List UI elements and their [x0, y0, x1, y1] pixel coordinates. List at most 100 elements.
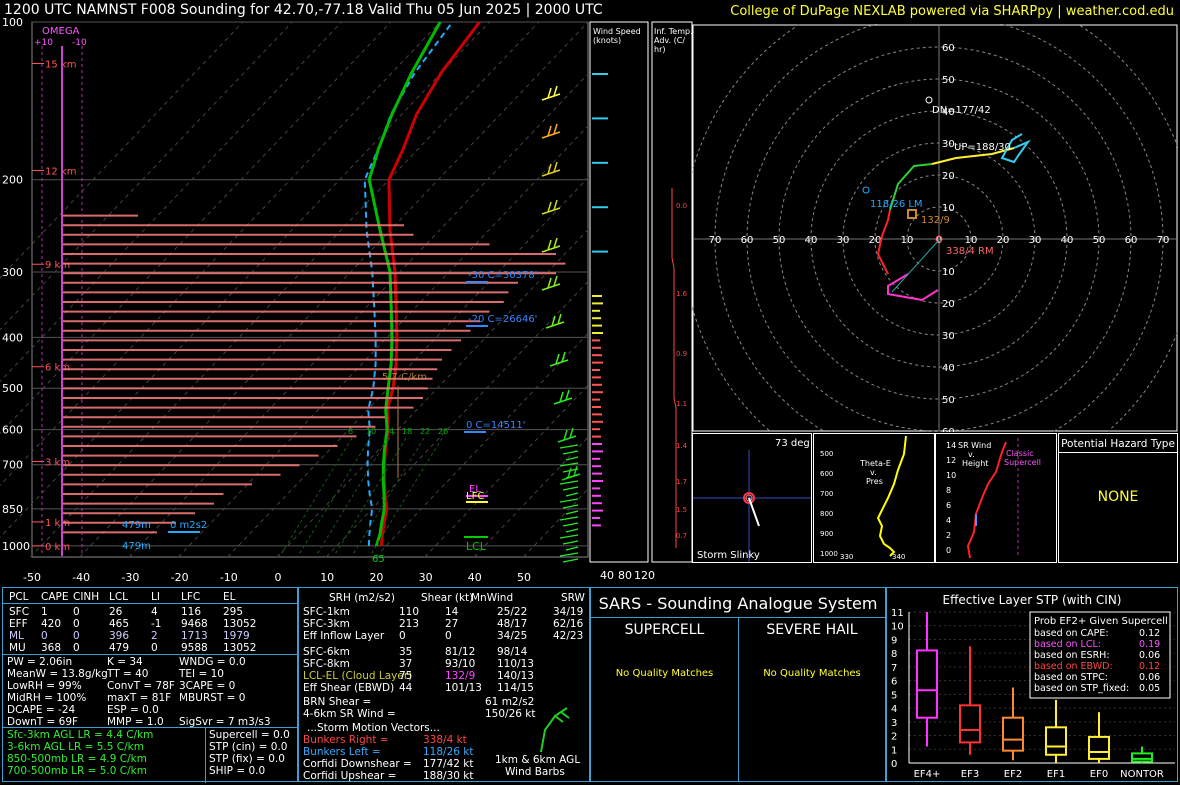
parcel-cell: 1713 [181, 630, 208, 642]
wind-speed-bars [592, 73, 608, 527]
hodo-xtick-15: 70 [1157, 235, 1170, 246]
prob-value-1: 0.19 [1139, 639, 1160, 650]
kin-cell: 114/15 [497, 682, 534, 694]
stp-category-1: EF3 [961, 769, 979, 780]
stp-ytick-1: 1 [891, 745, 897, 756]
parcel-header-li: LI [151, 591, 160, 603]
parcel-cell: 116 [181, 606, 202, 618]
adv-tick-6: 1.5 [676, 506, 687, 514]
prob-label-1: based on LCL: [1034, 639, 1101, 650]
sars-supercell: SUPERCELL [624, 622, 705, 638]
hodo-ring-up-50: 50 [942, 75, 955, 86]
prob-value-2: 0.06 [1139, 650, 1160, 661]
parcel-cell: SFC [9, 606, 30, 618]
parcel-cell: 0 [73, 618, 80, 630]
parcel-cell: 479 [109, 642, 130, 654]
hodo-mean-label: 132/9 [921, 215, 950, 226]
height-mark-4: 3 km [45, 457, 70, 468]
lapse-label: 5.7 C/km [382, 372, 427, 383]
thetae-ytick-1000: 1000 [820, 550, 838, 558]
parcel-cell: 295 [223, 606, 244, 618]
stp-category-4: EF0 [1090, 769, 1108, 780]
sars-hail-match: No Quality Matches [763, 668, 861, 679]
kin-cell: 48/17 [497, 618, 528, 630]
kin-cell: 140/13 [497, 670, 534, 682]
stp-category-5: NONTOR [1120, 769, 1164, 780]
hodo-xtick-2: 60 [741, 235, 754, 246]
sars-supercell-match: No Quality Matches [615, 668, 714, 679]
kin-cell: 25/22 [497, 606, 528, 618]
kin-header: MnWind [471, 592, 514, 604]
hazard-title: Potential Hazard Type [1059, 438, 1177, 453]
kin-cell: 34/25 [497, 630, 528, 642]
index-cell: TT = 40 [107, 668, 149, 680]
index-cell: MBURST = 0 [179, 692, 246, 704]
srwind-ytick-12: 12 [946, 456, 956, 465]
height-mark-6: 0 km [45, 542, 70, 553]
hodo-xtick-13: 50 [1093, 235, 1106, 246]
kin-cell: 62/16 [553, 618, 584, 630]
index-cell: maxT = 81F [107, 692, 172, 704]
mix-tick-18: 18 [402, 427, 412, 436]
srwind-ytick-8: 8 [946, 486, 951, 495]
hodo-ring-up-20: 20 [942, 171, 955, 182]
stp-ytick-3: 3 [891, 718, 897, 729]
lapse-rate-row: 850-500mb LR = 4.9 C/km [7, 753, 147, 765]
kin-cell: 0 [399, 630, 406, 642]
parcel-cell: 9588 [181, 642, 208, 654]
svg-text:Adv. (C/: Adv. (C/ [654, 36, 685, 45]
index-cell: DCAPE = -24 [7, 704, 76, 716]
height-mark-0: 15 km [45, 59, 76, 70]
parcel-cell: 0 [41, 630, 48, 642]
kin-cell: 110/13 [497, 658, 534, 670]
hodo-xtick-12: 40 [1061, 235, 1074, 246]
ws-tick-80: 80 [618, 569, 632, 582]
parcel-cell: 420 [41, 618, 62, 630]
storm-motion-cell: 338/4 kt [423, 734, 467, 746]
prob-value-5: 0.05 [1139, 683, 1160, 694]
temp-tick--10: -10 [220, 571, 238, 584]
kin-header: SRW [561, 592, 585, 604]
kin-text: 4-6km SR Wind = [303, 708, 396, 720]
svg-text:v.: v. [870, 468, 877, 477]
hodo-lm-label: 118/26 LM [870, 199, 923, 210]
hodo-xtick-10: 20 [997, 235, 1010, 246]
temp-tick-20: 20 [369, 571, 383, 584]
adv-tick-5: 1.7 [676, 478, 687, 486]
stp-ytick-6: 6 [891, 677, 897, 688]
storm-motion-cell: 188/30 kt [423, 770, 474, 782]
kin-cell: SFC-6km [303, 646, 350, 658]
index-cell: MeanW = 13.8g/kg [7, 668, 108, 680]
kin-cell: 101/13 [445, 682, 482, 694]
sars-hail: SEVERE HAIL [766, 622, 858, 638]
parcel-cell: 1979 [223, 630, 250, 642]
index-cell: TEI = 10 [179, 668, 224, 680]
ws-tick-120: 120 [634, 569, 655, 582]
kin-cell: LCL-EL (Cloud Layer) [303, 670, 413, 682]
kin-cell: 81/12 [445, 646, 476, 658]
stp-ytick-8: 8 [891, 649, 897, 660]
kin-cell: Eff Inflow Layer [303, 630, 385, 642]
parcel-cell: 4 [151, 606, 158, 618]
parcel-cell: 26 [109, 606, 123, 618]
index-cell: ConvT = 78F [107, 680, 175, 692]
storm-motion-cell: Corfidi Upshear = [303, 770, 397, 782]
parcel-cell: -1 [151, 618, 162, 630]
thetae-ytick-900: 900 [820, 530, 833, 538]
wb-label-2: -20 C=26646' [468, 314, 537, 325]
hodo-xtick-7: 10 [901, 235, 914, 246]
parcel-cell: 1 [41, 606, 48, 618]
lfc-label: LFC [466, 491, 484, 502]
pressure-tick-850: 850 [2, 503, 23, 516]
kin-cell: 27 [445, 618, 459, 630]
stp-box-2 [1002, 716, 1024, 752]
srwind-ytick-2: 2 [946, 531, 951, 540]
kinematics-panel: SRH (m2/s2) Shear (kt) MnWind SRW SFC-1km 110… [298, 587, 590, 782]
lapse-rate-row: Sfc-3km AGL LR = 4.4 C/km [7, 729, 154, 741]
inf-temp-label: Inf. Temp. [654, 27, 693, 36]
sars-title: SARS - Sounding Analogue System [591, 594, 885, 618]
hodo-ring-dn-20: 20 [942, 299, 955, 310]
storm-motion-cell: Corfidi Downshear = [303, 758, 412, 770]
hazard-value: NONE [1097, 489, 1139, 505]
sars-panel: SARS - Sounding Analogue System SUPERCEL… [590, 587, 886, 782]
